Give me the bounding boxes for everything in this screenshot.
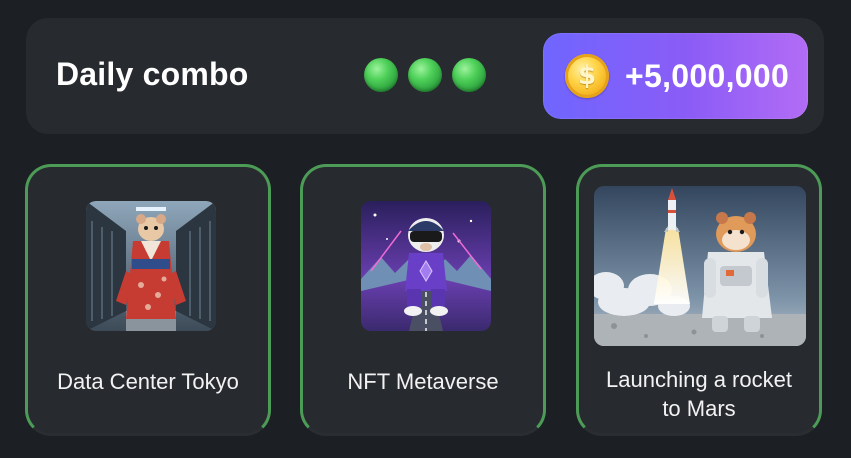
reward-amount: +5,000,000	[625, 58, 790, 94]
combo-dot-2-filled	[408, 58, 442, 92]
combo-dot-3-filled	[452, 58, 486, 92]
combo-card-rocket-to-mars[interactable]: Launching a rocket to Mars	[576, 164, 822, 436]
coin-icon: $	[565, 54, 609, 98]
hamster-kimono-server-room-image	[86, 201, 216, 331]
hamster-vr-headset-running-image	[361, 201, 491, 331]
card-label-line-2: to Mars	[662, 396, 736, 421]
combo-dot-1-filled	[364, 58, 398, 92]
reward-badge[interactable]: $ +5,000,000	[543, 33, 808, 119]
daily-combo-title: Daily combo	[56, 56, 249, 92]
card-label: Data Center Tokyo	[57, 369, 239, 394]
combo-progress-dots	[364, 58, 486, 92]
card-label: NFT Metaverse	[347, 369, 499, 394]
coin-symbol: $	[577, 61, 597, 91]
card-label-line-1: Launching a rocket	[606, 367, 792, 392]
combo-card-data-center-tokyo[interactable]: Data Center Tokyo	[25, 164, 271, 436]
hamster-astronaut-rocket-launch-image	[594, 186, 806, 346]
combo-card-nft-metaverse[interactable]: NFT Metaverse	[300, 164, 546, 436]
daily-combo-header: Daily combo $ +5,000,000	[26, 18, 824, 134]
